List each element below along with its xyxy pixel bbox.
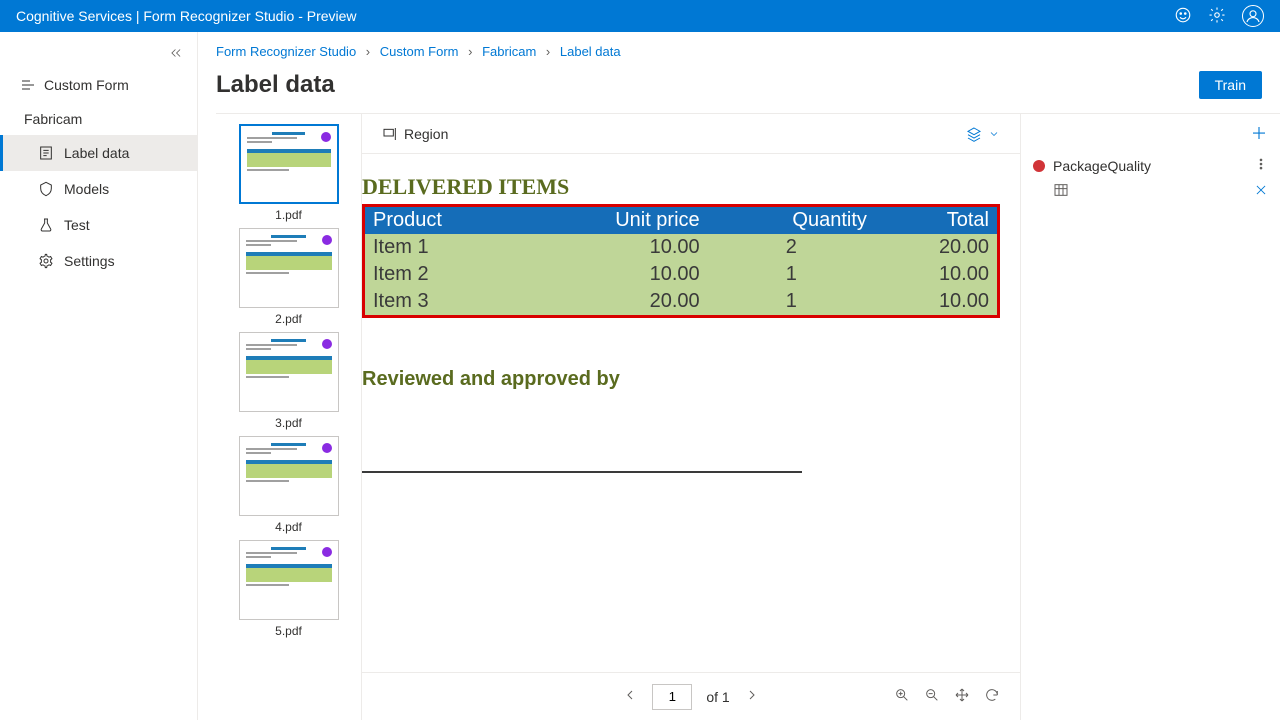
topbar-actions: [1174, 5, 1264, 27]
document-viewer: Region DELIVERED ITEMS Product Unit pric…: [361, 114, 1020, 720]
sidebar-item-test[interactable]: Test: [0, 207, 197, 243]
top-bar: Cognitive Services | Form Recognizer Stu…: [0, 0, 1280, 32]
reviewed-by-label: Reviewed and approved by: [362, 368, 1000, 391]
sidebar-item-label: Test: [64, 217, 90, 233]
sidebar-item-label: Settings: [64, 253, 115, 269]
document-toolbar: Region: [362, 114, 1020, 154]
train-button[interactable]: Train: [1199, 71, 1262, 99]
thumbnail-list: 1.pdf 2.pdf 3.pdf 4.pdf 5.pdf: [216, 114, 361, 720]
labels-panel: PackageQuality: [1020, 114, 1280, 720]
breadcrumb: Form Recognizer Studio › Custom Form › F…: [216, 32, 1280, 67]
thumbnail-item[interactable]: 2.pdf: [239, 228, 339, 326]
sidebar: Custom Form Fabricam Label data Models T…: [0, 32, 198, 720]
col-product: Product: [365, 207, 522, 234]
sidebar-item-label-data[interactable]: Label data: [0, 135, 197, 171]
document-pager: of 1: [362, 672, 1020, 720]
sidebar-item-models[interactable]: Models: [0, 171, 197, 207]
col-total: Total: [875, 207, 997, 234]
thumbnail-item[interactable]: 3.pdf: [239, 332, 339, 430]
app-title: Cognitive Services | Form Recognizer Stu…: [16, 8, 1174, 24]
add-label-button[interactable]: [1250, 124, 1268, 145]
zoom-in-icon[interactable]: [894, 687, 910, 706]
zoom-out-icon[interactable]: [924, 687, 940, 706]
thumbnail-label: 3.pdf: [239, 416, 339, 430]
chevron-right-icon: ›: [366, 44, 370, 59]
settings-icon[interactable]: [1208, 6, 1226, 27]
label-name: PackageQuality: [1053, 158, 1246, 174]
breadcrumb-link[interactable]: Fabricam: [482, 44, 536, 59]
page-number-input[interactable]: [652, 684, 692, 710]
table-subtype-icon[interactable]: [1053, 182, 1069, 201]
next-page-button[interactable]: [744, 687, 760, 706]
page-total-label: of 1: [706, 689, 729, 705]
table-row: Item 2 10.00 1 10.00: [365, 261, 997, 288]
thumbnail-item[interactable]: 4.pdf: [239, 436, 339, 534]
thumbnail-label: 1.pdf: [239, 208, 339, 222]
label-more-icon[interactable]: [1254, 157, 1268, 174]
rotate-icon[interactable]: [984, 687, 1000, 706]
feedback-icon[interactable]: [1174, 6, 1192, 27]
sidebar-section-label: Custom Form: [44, 77, 129, 93]
fit-icon[interactable]: [954, 687, 970, 706]
sidebar-item-settings[interactable]: Settings: [0, 243, 197, 279]
delete-label-icon[interactable]: [1254, 183, 1268, 200]
main-content: Form Recognizer Studio › Custom Form › F…: [198, 32, 1280, 720]
thumbnail-item[interactable]: 5.pdf: [239, 540, 339, 638]
account-icon[interactable]: [1242, 5, 1264, 27]
region-tool-button[interactable]: Region: [382, 126, 448, 142]
sidebar-item-label: Label data: [64, 145, 129, 161]
signature-line: [362, 471, 802, 473]
table-row: Item 1 10.00 2 20.00: [365, 234, 997, 261]
sidebar-item-label: Models: [64, 181, 109, 197]
thumbnail-item[interactable]: 1.pdf: [239, 124, 339, 222]
label-color-dot: [1033, 160, 1045, 172]
chevron-right-icon: ›: [546, 44, 550, 59]
doc-section-heading: DELIVERED ITEMS: [362, 174, 1000, 200]
page-title: Label data: [216, 71, 1199, 99]
prev-page-button[interactable]: [622, 687, 638, 706]
sidebar-section-custom-form[interactable]: Custom Form: [0, 69, 197, 101]
chevron-right-icon: ›: [468, 44, 472, 59]
table-annotation-region[interactable]: Product Unit price Quantity Total Item 1…: [362, 204, 1000, 318]
col-unit-price: Unit price: [522, 207, 708, 234]
layers-dropdown[interactable]: [966, 126, 1000, 142]
col-quantity: Quantity: [708, 207, 875, 234]
items-table: Product Unit price Quantity Total Item 1…: [365, 207, 997, 315]
breadcrumb-link[interactable]: Custom Form: [380, 44, 459, 59]
thumbnail-label: 2.pdf: [239, 312, 339, 326]
breadcrumb-link[interactable]: Form Recognizer Studio: [216, 44, 356, 59]
region-tool-label: Region: [404, 126, 448, 142]
collapse-sidebar-icon[interactable]: [0, 40, 197, 69]
thumbnail-label: 5.pdf: [239, 624, 339, 638]
sidebar-project-name[interactable]: Fabricam: [0, 101, 197, 135]
label-item[interactable]: PackageQuality: [1033, 157, 1268, 174]
breadcrumb-current: Label data: [560, 44, 621, 59]
table-row: Item 3 20.00 1 10.00: [365, 288, 997, 315]
thumbnail-label: 4.pdf: [239, 520, 339, 534]
document-canvas[interactable]: DELIVERED ITEMS Product Unit price Quant…: [362, 154, 1020, 672]
